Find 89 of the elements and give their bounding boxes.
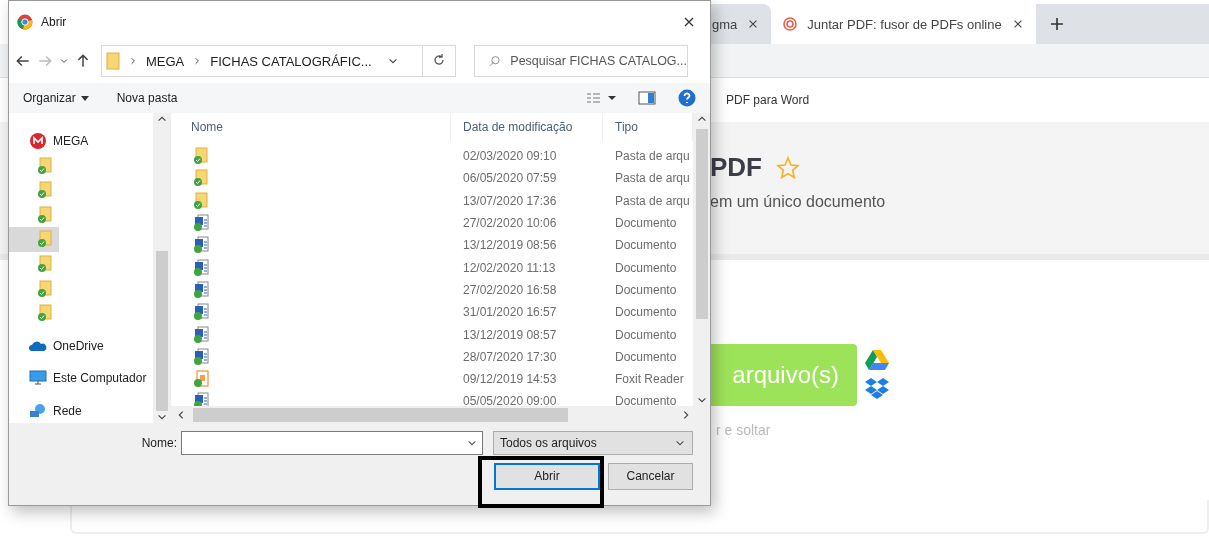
type-cell-text: Documento bbox=[614, 260, 678, 275]
type-cell-text: Foxit Reader bbox=[614, 372, 685, 387]
up-icon[interactable] bbox=[75, 53, 91, 69]
type-cell-text: Documento bbox=[614, 327, 678, 342]
window-title: Abrir bbox=[41, 15, 68, 29]
network-icon bbox=[29, 402, 47, 419]
mega-icon bbox=[29, 132, 47, 151]
drop-hint: r e soltar bbox=[716, 422, 771, 438]
type-cell-text: Documento bbox=[614, 282, 678, 297]
folder-icon bbox=[37, 181, 53, 200]
nav-item[interactable]: Rede bbox=[9, 398, 153, 423]
type-cell-text: Pasta de arqu bbox=[614, 193, 691, 208]
folder-icon bbox=[193, 147, 209, 166]
search-field[interactable]: Pesquisar FICHAS CATALOG... bbox=[474, 45, 688, 77]
document-icon bbox=[193, 303, 209, 322]
horizontal-scrollbar[interactable] bbox=[171, 406, 710, 423]
type-cell-text: Pasta de arqu bbox=[614, 149, 691, 164]
breadcrumb[interactable]: FICHAS CATALOGRÁFIC... bbox=[210, 53, 372, 69]
date-cell-text: 13/07/2020 17:36 bbox=[462, 193, 558, 208]
nav-link[interactable]: PDF para Word bbox=[726, 93, 810, 107]
drive-icon[interactable] bbox=[865, 350, 889, 370]
spiral-icon bbox=[783, 17, 798, 31]
caret-icon[interactable] bbox=[59, 56, 69, 66]
folder-icon bbox=[37, 279, 53, 298]
scrollbar[interactable] bbox=[693, 113, 710, 406]
document-icon bbox=[193, 325, 209, 344]
date-cell-text: 12/02/2020 11:13 bbox=[462, 260, 557, 275]
document-icon bbox=[193, 258, 209, 277]
page-subtitle: em um único documento bbox=[710, 193, 887, 211]
type-cell-text: Documento bbox=[614, 216, 678, 231]
date-cell-text: 05/05/2020 09:00 bbox=[462, 394, 558, 406]
folder-icon bbox=[37, 255, 53, 273]
preview-pane-icon[interactable] bbox=[638, 91, 656, 105]
date-cell-text: 06/05/2020 07:59 bbox=[462, 171, 558, 186]
cancel-button[interactable]: Cancelar bbox=[608, 462, 693, 490]
date-cell-text: 27/02/2020 10:06 bbox=[462, 216, 558, 231]
date-cell-text: 09/12/2019 14:53 bbox=[462, 372, 558, 387]
caret-icon bbox=[80, 95, 89, 101]
document-icon bbox=[193, 280, 209, 299]
nav-item[interactable]: OneDrive bbox=[9, 333, 153, 358]
date-cell-text: 28/07/2020 17:30 bbox=[462, 349, 558, 364]
document-icon bbox=[193, 214, 209, 233]
type-cell-text: Pasta de arqu bbox=[614, 171, 691, 186]
type-cell-text: Documento bbox=[614, 305, 678, 320]
page-title: PDF bbox=[710, 152, 762, 183]
type-cell-text: Documento bbox=[614, 238, 678, 253]
chrome-icon bbox=[17, 14, 33, 30]
folder-icon bbox=[193, 191, 209, 210]
help-icon[interactable] bbox=[678, 89, 696, 107]
cloud-icon bbox=[29, 339, 47, 352]
view-list-icon[interactable] bbox=[586, 92, 616, 104]
breadcrumb[interactable]: MEGA bbox=[146, 53, 185, 69]
toolbar-button[interactable]: Organizar bbox=[23, 91, 89, 105]
date-cell-text: 27/02/2020 16:58 bbox=[462, 282, 558, 297]
search-icon bbox=[489, 54, 501, 68]
pdf-file-icon bbox=[193, 370, 209, 389]
name-label: Nome: bbox=[141, 436, 177, 450]
folder-icon bbox=[37, 304, 53, 323]
plus-icon[interactable] bbox=[1049, 17, 1064, 31]
date-cell-text: 13/12/2019 08:57 bbox=[462, 327, 558, 342]
back-icon[interactable] bbox=[15, 53, 31, 69]
computer-icon bbox=[29, 370, 47, 387]
folder-icon bbox=[37, 230, 53, 249]
folder-icon bbox=[37, 156, 53, 175]
star-icon[interactable] bbox=[776, 155, 800, 180]
nav-item[interactable]: MEGA bbox=[9, 129, 153, 154]
column-header[interactable]: Nome bbox=[171, 113, 451, 141]
toolbar-button[interactable]: Nova pasta bbox=[116, 91, 178, 105]
refresh-icon bbox=[432, 52, 446, 67]
date-cell-text: 31/01/2020 16:57 bbox=[462, 305, 558, 320]
type-cell-text: Documento bbox=[614, 394, 678, 406]
nav-item[interactable]: Este Computador bbox=[9, 365, 153, 391]
folder-icon bbox=[106, 52, 120, 70]
document-icon bbox=[193, 347, 209, 366]
type-cell-text: Documento bbox=[614, 349, 678, 364]
folder-icon bbox=[37, 205, 53, 224]
date-cell-text: 13/12/2019 08:56 bbox=[462, 238, 558, 253]
document-icon bbox=[193, 236, 209, 255]
dropbox-icon[interactable] bbox=[865, 378, 889, 400]
folder-icon bbox=[193, 169, 209, 188]
scrollbar[interactable] bbox=[153, 113, 170, 423]
column-header[interactable]: Data de modificação bbox=[451, 113, 603, 141]
nav-item[interactable] bbox=[9, 227, 59, 252]
open-button[interactable]: Abrir bbox=[494, 462, 600, 490]
chevron-icon bbox=[128, 56, 138, 66]
name-field[interactable] bbox=[181, 431, 483, 455]
date-cell-text: 02/03/2020 09:10 bbox=[462, 149, 558, 164]
address-bar[interactable]: MEGA FICHAS CATALOGRÁFIC... bbox=[101, 45, 456, 77]
file-type-select[interactable]: Todos os arquivos bbox=[493, 431, 693, 455]
